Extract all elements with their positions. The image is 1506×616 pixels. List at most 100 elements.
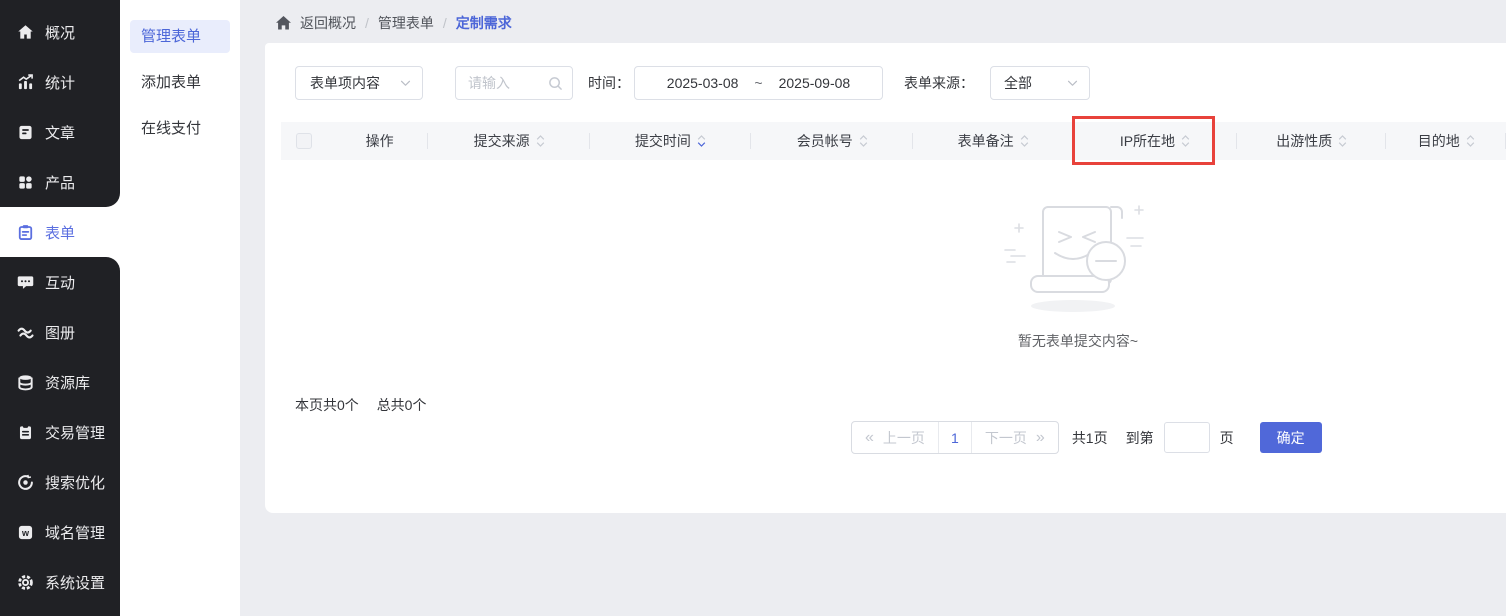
goto-page-suffix: 页 bbox=[1219, 429, 1234, 446]
subsidebar-item-manage-forms[interactable]: 管理表单 bbox=[130, 20, 230, 53]
form-field-select[interactable]: 表单项内容 bbox=[295, 66, 423, 100]
sidebar-item-label: 表单 bbox=[45, 224, 76, 242]
sidebar-item-label: 资源库 bbox=[45, 374, 91, 392]
secondary-sidebar: 管理表单 添加表单 在线支付 bbox=[120, 0, 240, 616]
sidebar-item-products[interactable]: 产品 bbox=[0, 157, 120, 207]
sort-icon[interactable] bbox=[536, 133, 545, 149]
sidebar-item-forms-active[interactable]: 表单 bbox=[0, 207, 120, 257]
sort-icon[interactable] bbox=[1181, 133, 1190, 149]
sidebar-item-transactions[interactable]: 交易管理 bbox=[0, 407, 120, 457]
domain-w-icon: w bbox=[18, 525, 33, 539]
select-all-checkbox[interactable] bbox=[296, 133, 312, 149]
sort-icon[interactable] bbox=[1466, 133, 1475, 149]
empty-scroll-illustration bbox=[1004, 205, 1144, 312]
total-count-text: 总共0个 bbox=[376, 397, 427, 413]
gear-icon bbox=[18, 574, 33, 590]
clipboard-icon bbox=[19, 424, 32, 439]
sort-icon-active-desc[interactable] bbox=[697, 133, 706, 149]
column-label: 提交来源 bbox=[473, 133, 530, 149]
sidebar-item-albums[interactable]: 图册 bbox=[0, 307, 120, 357]
waves-icon bbox=[17, 327, 34, 338]
column-header-form-note[interactable]: 表单备注 bbox=[913, 122, 1074, 160]
optimize-icon bbox=[18, 474, 33, 490]
total-pages-text: 共1页 bbox=[1071, 429, 1108, 446]
double-chevron-left-icon: « bbox=[865, 428, 874, 446]
sidebar-item-label: 域名管理 bbox=[45, 524, 106, 542]
date-end-value: 2025-09-08 bbox=[778, 75, 851, 91]
column-label: 会员帐号 bbox=[796, 133, 853, 149]
sidebar-item-label: 交易管理 bbox=[45, 424, 106, 442]
sidebar-item-articles[interactable]: 文章 bbox=[0, 107, 120, 157]
svg-text:w: w bbox=[21, 527, 30, 537]
column-label: IP所在地 bbox=[1119, 133, 1176, 149]
chevron-down-icon bbox=[400, 80, 411, 86]
search-icon[interactable] bbox=[548, 76, 563, 91]
breadcrumb-back-overview[interactable]: 返回概况 bbox=[300, 13, 356, 33]
column-header-operation: 操作 bbox=[331, 122, 429, 160]
chat-icon bbox=[17, 275, 34, 289]
column-header-submit-source[interactable]: 提交来源 bbox=[428, 122, 591, 160]
page-count-text: 本页共0个 bbox=[295, 397, 359, 413]
grid-icon bbox=[19, 175, 32, 189]
sidebar-item-label: 产品 bbox=[45, 174, 76, 192]
sidebar-item-resources[interactable]: 资源库 bbox=[0, 357, 120, 407]
column-header-submit-time[interactable]: 提交时间 bbox=[590, 122, 752, 160]
column-header-destination[interactable]: 目的地 bbox=[1386, 122, 1506, 160]
breadcrumb-manage-forms[interactable]: 管理表单 bbox=[378, 13, 434, 33]
keyword-search-box bbox=[455, 66, 573, 100]
column-header-travel-type[interactable]: 出游性质 bbox=[1237, 122, 1387, 160]
column-header-ip-location[interactable]: IP所在地 bbox=[1073, 122, 1238, 160]
date-range-picker[interactable]: 2025-03-08 ~ 2025-09-08 bbox=[634, 66, 883, 100]
form-source-select-value: 全部 bbox=[1004, 75, 1032, 91]
column-label: 提交时间 bbox=[634, 133, 691, 149]
time-filter-label: 时间： bbox=[588, 75, 630, 91]
sort-icon[interactable] bbox=[1338, 133, 1347, 149]
table-header: 操作 提交来源 提交时间 会员帐号 表单备注 IP所在地 出游性质 目的地 bbox=[281, 122, 1506, 160]
sort-icon[interactable] bbox=[1020, 133, 1029, 149]
breadcrumb-separator: / bbox=[442, 15, 447, 31]
sidebar-item-seo[interactable]: 搜索优化 bbox=[0, 457, 120, 507]
breadcrumb: 返回概况 / 管理表单 / 定制需求 bbox=[276, 13, 512, 33]
sidebar-item-label: 搜索优化 bbox=[45, 474, 106, 492]
main-area: 返回概况 / 管理表单 / 定制需求 表单项内容 时间： 2025-03-08 … bbox=[240, 0, 1506, 616]
keyword-search-input[interactable] bbox=[468, 75, 544, 91]
chart-icon bbox=[18, 73, 33, 89]
sidebar-item-interaction[interactable]: 互动 bbox=[0, 257, 120, 307]
subsidebar-item-add-form[interactable]: 添加表单 bbox=[130, 66, 230, 99]
pagination: « 上一页 1 下一页 » 共1页 到第 页 确定 bbox=[851, 421, 1322, 454]
empty-state-message: 暂无表单提交内容~ bbox=[1017, 333, 1139, 349]
sidebar-item-label: 图册 bbox=[45, 324, 76, 342]
sidebar-dark-top-block: 概况 统计 文章 产品 bbox=[0, 0, 120, 207]
page-group: « 上一页 1 下一页 » bbox=[851, 421, 1059, 454]
prev-page-button[interactable]: « 上一页 bbox=[852, 422, 938, 453]
filter-bar: 表单项内容 时间： 2025-03-08 ~ 2025-09-08 表单来源： … bbox=[295, 66, 1090, 100]
sidebar-item-settings[interactable]: 系统设置 bbox=[0, 557, 120, 607]
current-page-button[interactable]: 1 bbox=[937, 422, 972, 453]
sidebar-item-statistics[interactable]: 统计 bbox=[0, 57, 120, 107]
next-page-label: 下一页 bbox=[984, 429, 1027, 446]
sidebar-item-domains[interactable]: w 域名管理 bbox=[0, 507, 120, 557]
column-label: 操作 bbox=[365, 133, 394, 149]
goto-page-prefix: 到第 bbox=[1125, 429, 1154, 446]
breadcrumb-current-custom-requests: 定制需求 bbox=[455, 15, 512, 31]
subsidebar-item-online-payment[interactable]: 在线支付 bbox=[130, 112, 230, 145]
sidebar-item-label: 互动 bbox=[45, 274, 76, 292]
sidebar-item-label: 统计 bbox=[45, 74, 76, 92]
form-source-select[interactable]: 全部 bbox=[990, 66, 1090, 100]
home-icon bbox=[276, 16, 291, 30]
double-chevron-right-icon: » bbox=[1035, 428, 1045, 446]
goto-page-input[interactable] bbox=[1163, 422, 1210, 453]
column-header-member-account[interactable]: 会员帐号 bbox=[751, 122, 914, 160]
sidebar-item-label: 文章 bbox=[45, 124, 76, 142]
prev-page-label: 上一页 bbox=[882, 429, 925, 446]
sidebar-item-label: 概况 bbox=[45, 24, 76, 42]
primary-sidebar: 概况 统计 文章 产品 表单 互动 图册 资源库 交易管理 搜索优化 w 域名管… bbox=[0, 0, 120, 616]
confirm-button[interactable]: 确定 bbox=[1259, 422, 1322, 453]
breadcrumb-separator: / bbox=[365, 15, 369, 31]
sidebar-item-overview[interactable]: 概况 bbox=[0, 7, 120, 57]
home-icon bbox=[18, 24, 33, 39]
next-page-button[interactable]: 下一页 » bbox=[972, 422, 1058, 453]
database-icon bbox=[18, 374, 33, 390]
sort-icon[interactable] bbox=[859, 133, 868, 149]
empty-state: 暂无表单提交内容~ bbox=[1003, 198, 1153, 351]
